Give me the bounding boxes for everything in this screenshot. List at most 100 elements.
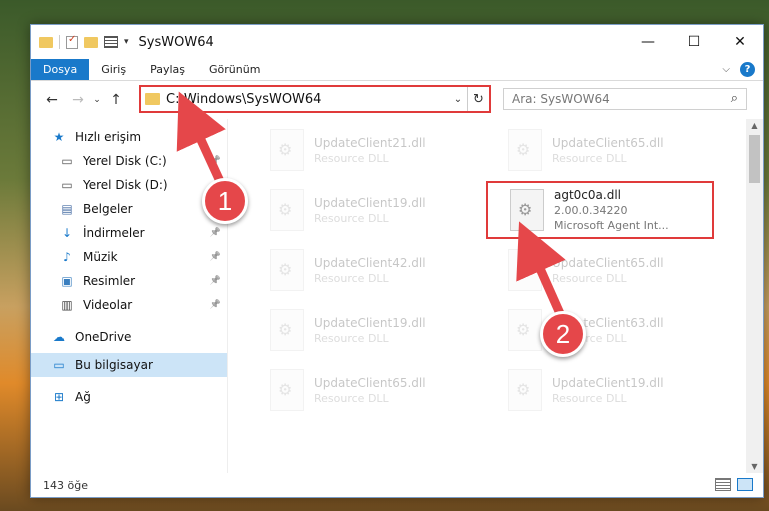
file-name: UpdateClient19.dll [552, 375, 664, 390]
view-toggle [715, 478, 753, 491]
customize-toolbar-chevron-icon[interactable]: ▾ [124, 37, 129, 47]
scroll-up-icon[interactable]: ▲ [746, 121, 763, 130]
help-icon[interactable]: ? [740, 62, 755, 77]
pictures-icon: ▣ [61, 274, 73, 288]
sidebar-item-belgeler[interactable]: ▤Belgeler📌 [31, 197, 227, 221]
address-path[interactable]: C:\Windows\SysWOW64 [166, 92, 449, 107]
drive-icon: ▭ [61, 154, 73, 168]
download-icon: ↓ [61, 226, 73, 240]
document-icon: ▤ [61, 202, 73, 216]
sidebar-item-label: Belgeler [83, 202, 133, 216]
address-bar[interactable]: C:\Windows\SysWOW64 ⌄ ↻ [139, 85, 491, 113]
pin-icon[interactable]: 📌 [210, 300, 221, 310]
file-item[interactable]: UpdateClient42.dllResource DLL [248, 241, 476, 299]
quick-access-toolbar: ▾ [39, 34, 129, 49]
address-history-chevron-icon[interactable]: ⌄ [449, 94, 467, 105]
file-meta: Resource DLL [314, 151, 389, 165]
vertical-scrollbar[interactable]: ▲ ▼ [746, 119, 763, 473]
file-item[interactable]: UpdateClient63.dllResource DLL [486, 301, 714, 359]
refresh-icon[interactable]: ↻ [467, 87, 489, 111]
minimize-button[interactable]: — [625, 25, 671, 59]
pin-icon[interactable]: 📌 [210, 228, 221, 238]
tab-dosya[interactable]: Dosya [31, 59, 90, 80]
file-item[interactable]: UpdateClient19.dllResource DLL [486, 361, 714, 419]
forward-arrow-icon[interactable]: → [65, 92, 91, 108]
file-name: UpdateClient65.dll [552, 255, 664, 270]
up-arrow-icon[interactable]: ↑ [103, 92, 129, 108]
search-input[interactable]: Ara: SysWOW64 ⌕ [503, 88, 747, 110]
address-row: ← → ⌄ ↑ C:\Windows\SysWOW64 ⌄ ↻ Ara: Sys… [31, 81, 763, 119]
scroll-down-icon[interactable]: ▼ [746, 462, 763, 471]
network-icon: ⊞ [53, 390, 65, 404]
file-name: UpdateClient65.dll [314, 375, 426, 390]
file-item[interactable]: UpdateClient19.dllResource DLL [248, 181, 476, 239]
search-icon[interactable]: ⌕ [731, 91, 738, 106]
tab-giris[interactable]: Giriş [89, 59, 138, 80]
dll-file-icon [270, 129, 304, 171]
dll-file-icon [508, 249, 542, 291]
dll-file-icon [508, 309, 542, 351]
file-description: Microsoft Agent Int... [554, 219, 669, 232]
sidebar-item-videolar[interactable]: ▥ Videolar 📌 [31, 293, 227, 317]
back-arrow-icon[interactable]: ← [39, 92, 65, 108]
sidebar-item-yerel-disk-d[interactable]: ▭ Yerel Disk (D:) [31, 173, 227, 197]
file-list: ▲ ▼ UpdateClient21.dllResource DLLUpdate… [227, 119, 763, 473]
scrollbar-thumb[interactable] [749, 135, 760, 183]
details-view-icon[interactable] [715, 478, 731, 491]
file-item[interactable]: UpdateClient65.dllResource DLL [486, 121, 714, 179]
file-name: UpdateClient65.dll [552, 135, 664, 150]
file-name: agt0c0a.dll [554, 188, 621, 202]
sidebar-item-hızlı-erişim[interactable]: ★ Hızlı erişim [31, 125, 227, 149]
large-icons-view-icon[interactable] [737, 478, 753, 491]
file-item[interactable]: UpdateClient19.dllResource DLL [248, 301, 476, 359]
file-meta: Resource DLL [314, 391, 389, 405]
dll-file-icon [508, 369, 542, 411]
view-icon[interactable] [104, 36, 118, 48]
file-meta: Resource DLL [552, 151, 627, 165]
dll-file-icon [270, 189, 304, 231]
close-button[interactable]: ✕ [717, 25, 763, 59]
ribbon-expand-chevron-icon[interactable]: ⌵ [722, 64, 730, 75]
file-explorer-window: ▾ SysWOW64 — ☐ ✕ Dosya Giriş Paylaş Görü… [30, 24, 764, 498]
tab-paylas[interactable]: Paylaş [138, 59, 197, 80]
pin-icon[interactable]: 📌 [210, 156, 221, 166]
sidebar-item-müzik[interactable]: ♪ Müzik 📌 [31, 245, 227, 269]
window-title: SysWOW64 [138, 34, 214, 50]
step-badge-2: 2 [540, 311, 586, 357]
sidebar-item-label: Yerel Disk (C:) [83, 154, 167, 168]
sidebar-item-label: Resimler [83, 274, 136, 288]
step-badge-1: 1 [202, 178, 248, 224]
sidebar-item-onedrive[interactable]: ☁ OneDrive [31, 325, 227, 349]
sidebar-item-resimler[interactable]: ▣ Resimler 📌 [31, 269, 227, 293]
dll-file-icon [270, 369, 304, 411]
file-item[interactable]: UpdateClient65.dllResource DLL [248, 361, 476, 419]
properties-icon[interactable] [66, 34, 78, 49]
pin-icon[interactable]: 📌 [210, 252, 221, 262]
file-name: UpdateClient19.dll [314, 195, 426, 210]
file-item[interactable]: UpdateClient65.dllResource DLL [486, 241, 714, 299]
file-meta: Resource DLL [314, 271, 389, 285]
recent-locations-chevron-icon[interactable]: ⌄ [91, 95, 103, 105]
pin-icon[interactable]: 📌 [210, 276, 221, 286]
star-icon: ★ [53, 130, 65, 144]
new-folder-icon[interactable] [84, 36, 98, 48]
file-name: UpdateClient21.dll [314, 135, 426, 150]
file-item-agt0c0a[interactable]: agt0c0a.dll 2.00.0.34220 Microsoft Agent I… [486, 181, 714, 239]
sidebar-item-label: Müzik [83, 250, 118, 264]
item-count: 143 öğe [43, 478, 88, 492]
drive-icon: ▭ [61, 178, 73, 192]
toolbar-divider [59, 35, 60, 49]
file-item[interactable]: UpdateClient21.dllResource DLL [248, 121, 476, 179]
file-meta: Resource DLL [314, 211, 389, 225]
tab-gorunum[interactable]: Görünüm [197, 59, 272, 80]
computer-icon: ▭ [53, 358, 65, 372]
sidebar-item-bu-bilgisayar[interactable]: ▭ Bu bilgisayar [31, 353, 227, 377]
sidebar-item-yerel-disk-c[interactable]: ▭ Yerel Disk (C:) 📌 [31, 149, 227, 173]
music-icon: ♪ [63, 250, 71, 264]
sidebar-item-i-ndirmeler[interactable]: ↓ İndirmeler 📌 [31, 221, 227, 245]
ribbon-tabs: Dosya Giriş Paylaş Görünüm ⌵ ? [31, 59, 763, 81]
maximize-button[interactable]: ☐ [671, 25, 717, 59]
ribbon-controls: ⌵ ? [722, 62, 755, 77]
sidebar-item-label: İndirmeler [83, 226, 145, 240]
sidebar-item-ağ[interactable]: ⊞ Ağ [31, 385, 227, 409]
